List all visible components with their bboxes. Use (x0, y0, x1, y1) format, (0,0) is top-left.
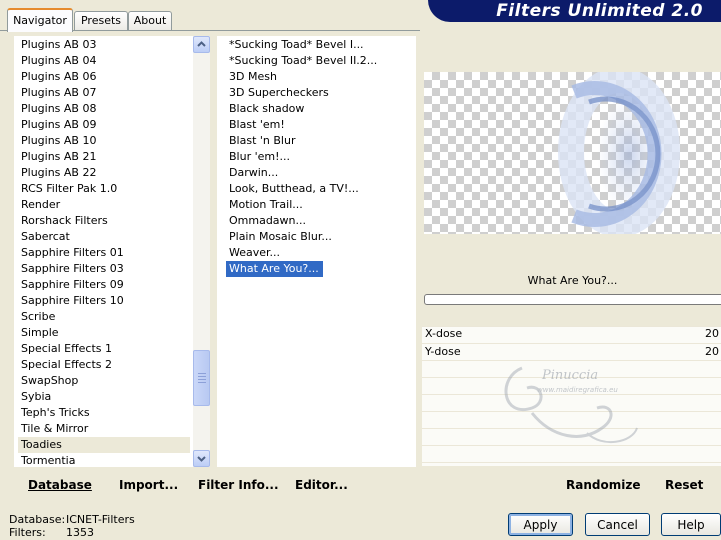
category-item[interactable]: RCS Filter Pak 1.0 (18, 181, 190, 197)
scroll-thumb[interactable] (193, 350, 210, 406)
title-banner: Filters Unlimited 2.0 (428, 0, 721, 22)
category-item[interactable]: Simple (18, 325, 190, 341)
progress-bar (424, 294, 721, 305)
category-item[interactable]: Plugins AB 08 (18, 101, 190, 117)
category-item[interactable]: Sapphire Filters 01 (18, 245, 190, 261)
apply-button[interactable]: Apply (508, 513, 573, 536)
filter-item[interactable]: 3D Supercheckers (226, 85, 414, 101)
status-filters: Filters: 1353 (9, 526, 94, 539)
watermark: Pinuccia www.maidiregrafica.eu (492, 358, 652, 453)
category-item[interactable]: Sapphire Filters 10 (18, 293, 190, 309)
filters-value: 1353 (66, 526, 94, 539)
category-item[interactable]: Sybia (18, 389, 190, 405)
category-item[interactable]: Tormentia (18, 453, 190, 469)
filter-item[interactable]: *Sucking Toad* Bevel I... (226, 37, 414, 53)
reset-button[interactable]: Reset (665, 478, 703, 492)
filter-item[interactable]: *Sucking Toad* Bevel II.2... (226, 53, 414, 69)
filters-label: Filters: (9, 526, 46, 539)
watermark-text: Pinuccia (542, 368, 599, 383)
category-item[interactable]: Rorshack Filters (18, 213, 190, 229)
param-label: Y-dose (425, 345, 461, 358)
database-button[interactable]: Database (28, 478, 92, 492)
editor-button[interactable]: Editor... (295, 478, 348, 492)
filter-item[interactable]: Darwin... (226, 165, 414, 181)
category-item[interactable]: Plugins AB 04 (18, 53, 190, 69)
category-item[interactable]: Toadies (18, 437, 190, 453)
category-item[interactable]: Plugins AB 09 (18, 117, 190, 133)
param-value[interactable]: 20 (705, 327, 719, 340)
tab-about[interactable]: About (128, 11, 172, 30)
filter-item[interactable]: Look, Butthead, a TV!... (226, 181, 414, 197)
filter-info-button[interactable]: Filter Info... (198, 478, 279, 492)
filter-item[interactable]: Motion Trail... (226, 197, 414, 213)
filter-item[interactable]: Weaver... (226, 245, 414, 261)
category-item[interactable]: Scribe (18, 309, 190, 325)
filter-item[interactable]: What Are You?... (226, 261, 323, 277)
help-button[interactable]: Help (661, 513, 721, 536)
preview-graphic (558, 72, 680, 234)
chevron-up-icon (197, 41, 206, 47)
category-item[interactable]: Special Effects 2 (18, 357, 190, 373)
tab-navigator[interactable]: Navigator (7, 8, 73, 32)
randomize-button[interactable]: Randomize (566, 478, 640, 492)
cancel-button[interactable]: Cancel (585, 513, 650, 536)
tab-presets[interactable]: Presets (74, 11, 128, 30)
category-item[interactable]: Teph's Tricks (18, 405, 190, 421)
category-item[interactable]: Plugins AB 03 (18, 37, 190, 53)
category-item[interactable]: Plugins AB 06 (18, 69, 190, 85)
filter-item[interactable]: 3D Mesh (226, 69, 414, 85)
category-item[interactable]: Plugins AB 22 (18, 165, 190, 181)
category-item[interactable]: Sapphire Filters 09 (18, 277, 190, 293)
filter-item[interactable]: Blur 'em!... (226, 149, 414, 165)
category-item[interactable]: Render (18, 197, 190, 213)
filter-item[interactable]: Blast 'n Blur (226, 133, 414, 149)
status-database: Database: ICNET-Filters (9, 513, 135, 526)
param-label: X-dose (425, 327, 463, 340)
database-label: Database: (9, 513, 66, 526)
watermark-subtext: www.maidiregrafica.eu (537, 386, 618, 394)
database-value: ICNET-Filters (66, 513, 135, 526)
category-item[interactable]: Sabercat (18, 229, 190, 245)
app-title: Filters Unlimited 2.0 (496, 1, 703, 21)
category-item[interactable]: Tile & Mirror (18, 421, 190, 437)
category-item[interactable]: Plugins AB 07 (18, 85, 190, 101)
chevron-down-icon (197, 456, 206, 462)
filter-item[interactable]: Ommadawn... (226, 213, 414, 229)
filter-item[interactable]: Plain Mosaic Blur... (226, 229, 414, 245)
filter-item[interactable]: Black shadow (226, 101, 414, 117)
param-value[interactable]: 20 (705, 345, 719, 358)
param-row-x-dose[interactable]: X-dose 20 (422, 327, 721, 343)
category-scrollbar[interactable] (193, 36, 210, 467)
selected-filter-name: What Are You?... (527, 274, 618, 287)
category-list[interactable]: Plugins AB 03 Plugins AB 04 Plugins AB 06 P… (14, 36, 193, 467)
filter-list[interactable]: *Sucking Toad* Bevel I... *Sucking Toad* … (217, 36, 416, 467)
category-item[interactable]: Sapphire Filters 03 (18, 261, 190, 277)
filter-item[interactable]: Blast 'em! (226, 117, 414, 133)
parameter-panel: X-dose 20 Y-dose 20 Pinuccia www.maidire… (422, 326, 721, 466)
scroll-up-button[interactable] (193, 36, 210, 53)
import-button[interactable]: Import... (119, 478, 178, 492)
category-item[interactable]: SwapShop (18, 373, 190, 389)
category-item[interactable]: Plugins AB 10 (18, 133, 190, 149)
preview-image (424, 72, 721, 234)
category-item[interactable]: Plugins AB 21 (18, 149, 190, 165)
category-item[interactable]: Special Effects 1 (18, 341, 190, 357)
scroll-down-button[interactable] (193, 450, 210, 467)
